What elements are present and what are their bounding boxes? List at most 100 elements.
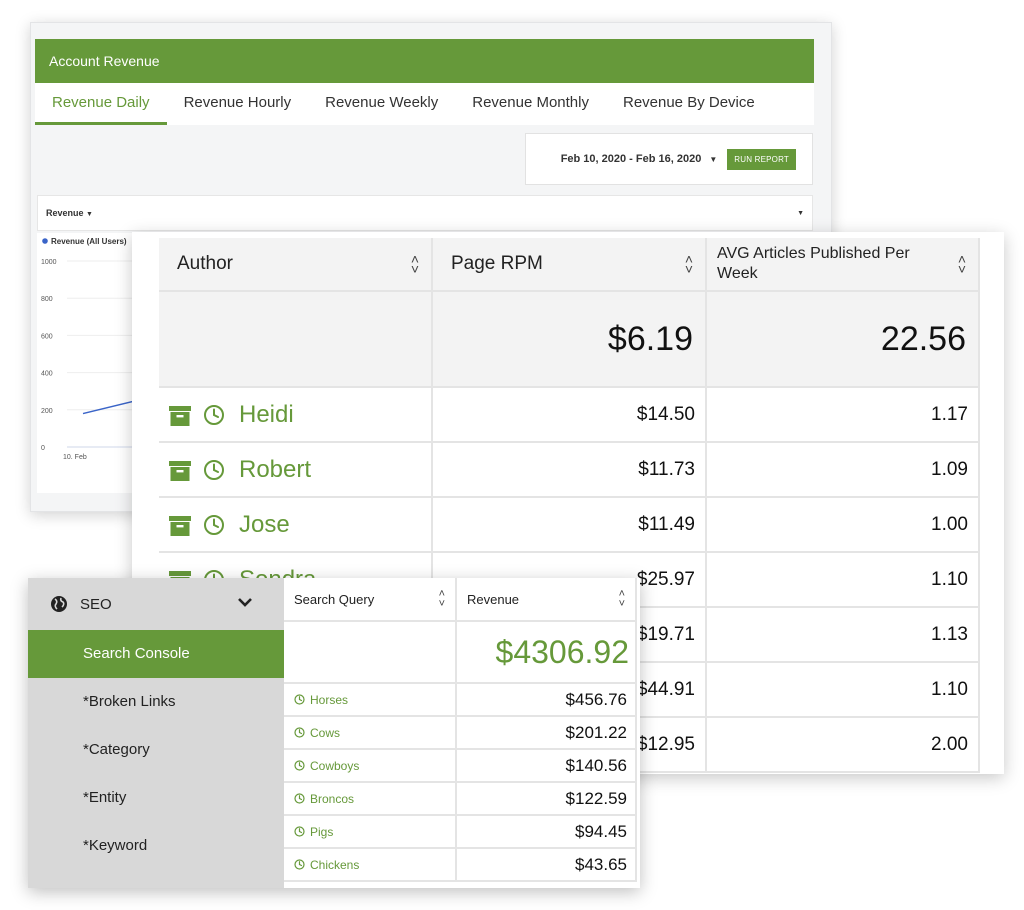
- caret-down-icon: ▼: [86, 211, 93, 218]
- table-row: Cows $201.22: [284, 717, 637, 750]
- search-query-label: Cows: [310, 725, 341, 740]
- sort-icon[interactable]: ˄ ˅: [619, 589, 625, 610]
- seo-sidebar: SEO Search Console *Broken Links *Catego…: [28, 578, 284, 888]
- seo-item-entity[interactable]: *Entity: [28, 774, 284, 822]
- table-row: Robert $11.73 1.09: [159, 443, 980, 498]
- revenue-tabs: Revenue Daily Revenue Hourly Revenue Wee…: [35, 83, 814, 125]
- author-cell: Jose: [159, 498, 433, 553]
- caret-down-icon[interactable]: ▼: [709, 155, 717, 164]
- search-query-link[interactable]: Broncos: [284, 783, 457, 816]
- search-query-label: Cowboys: [310, 758, 360, 773]
- search-query-link[interactable]: Cowboys: [284, 750, 457, 783]
- seo-panel: SEO Search Console *Broken Links *Catego…: [28, 578, 640, 888]
- author-cell: Heidi: [159, 388, 433, 443]
- tab-revenue-weekly[interactable]: Revenue Weekly: [308, 83, 455, 125]
- avg-articles-cell: 1.17: [707, 388, 980, 443]
- search-query-link[interactable]: Pigs: [284, 816, 457, 849]
- author-name-link[interactable]: Jose: [239, 511, 290, 539]
- table-row: Broncos $122.59: [284, 783, 637, 816]
- search-query-link[interactable]: Cows: [284, 717, 457, 750]
- archive-icon[interactable]: [169, 405, 191, 426]
- column-header-label: Revenue: [467, 591, 520, 607]
- y-tick-label: 0: [41, 445, 45, 452]
- clock-icon[interactable]: [203, 404, 225, 426]
- table-row: Pigs $94.45: [284, 816, 637, 849]
- table-header-row: Author ˄ ˅ Page RPM ˄ ˅ AVG Articles Publi…: [159, 238, 980, 292]
- clock-icon[interactable]: [203, 514, 225, 536]
- seo-item-broken-links[interactable]: *Broken Links: [28, 678, 284, 726]
- tab-revenue-monthly[interactable]: Revenue Monthly: [455, 83, 606, 125]
- seo-item-search-console[interactable]: Search Console: [28, 630, 284, 678]
- panel-title: Account Revenue: [35, 39, 814, 83]
- tab-revenue-by-device[interactable]: Revenue By Device: [606, 83, 772, 125]
- legend-marker: [42, 238, 48, 244]
- clock-icon: [294, 760, 305, 771]
- avg-articles-cell: 2.00: [707, 718, 980, 773]
- revenue-cell: $201.22: [457, 717, 637, 750]
- search-query-label: Pigs: [310, 824, 334, 839]
- revenue-cell: $94.45: [457, 816, 637, 849]
- search-query-link[interactable]: Horses: [284, 684, 457, 717]
- column-header-label: Search Query: [294, 591, 375, 607]
- date-range-picker: Feb 10, 2020 - Feb 16, 2020 ▼ RUN REPORT: [525, 133, 813, 185]
- search-query-table: Search Query ˄ ˅ Revenue ˄ ˅ $4306.92 Hors…: [284, 578, 637, 882]
- clock-icon: [294, 826, 305, 837]
- seo-item-keyword[interactable]: *Keyword: [28, 822, 284, 870]
- totals-label-cell: [284, 622, 457, 684]
- search-query-link[interactable]: Chickens: [284, 849, 457, 882]
- date-range-select[interactable]: Feb 10, 2020 - Feb 16, 2020: [561, 153, 702, 165]
- seo-item-category[interactable]: *Category: [28, 726, 284, 774]
- sort-icon[interactable]: ˄ ˅: [439, 589, 445, 610]
- column-header-revenue[interactable]: Revenue ˄ ˅: [457, 578, 637, 622]
- seo-section-header[interactable]: SEO: [28, 578, 284, 630]
- search-query-label: Horses: [310, 692, 349, 707]
- column-header-avg-articles[interactable]: AVG Articles Published Per Week ˄ ˅: [707, 238, 980, 292]
- column-header-page-rpm[interactable]: Page RPM ˄ ˅: [433, 238, 707, 292]
- sort-icon[interactable]: ˄ ˅: [411, 252, 419, 276]
- author-name-link[interactable]: Robert: [239, 456, 311, 484]
- revenue-cell: $456.76: [457, 684, 637, 717]
- clock-icon: [294, 793, 305, 804]
- table-row: Jose $11.49 1.00: [159, 498, 980, 553]
- archive-icon[interactable]: [169, 515, 191, 536]
- avg-articles-cell: 1.09: [707, 443, 980, 498]
- page-rpm-cell: $11.49: [433, 498, 707, 553]
- run-report-button[interactable]: RUN REPORT: [727, 148, 796, 170]
- page-rpm-cell: $14.50: [433, 388, 707, 443]
- seo-section-title: SEO: [80, 595, 112, 613]
- caret-down-icon[interactable]: ▼: [797, 210, 804, 217]
- revenue-cell: $140.56: [457, 750, 637, 783]
- column-header-label: Author: [177, 253, 233, 274]
- author-cell: Robert: [159, 443, 433, 498]
- column-header-search-query[interactable]: Search Query ˄ ˅: [284, 578, 457, 622]
- chevron-down-icon[interactable]: [238, 594, 252, 611]
- metric-select-row[interactable]: Revenue ▼ ▼: [37, 195, 813, 231]
- total-revenue: $4306.92: [457, 622, 637, 684]
- total-page-rpm: $6.19: [433, 292, 707, 388]
- sort-icon[interactable]: ˄ ˅: [685, 252, 693, 276]
- clock-icon: [294, 694, 305, 705]
- archive-icon[interactable]: [169, 460, 191, 481]
- revenue-cell: $122.59: [457, 783, 637, 816]
- column-header-author[interactable]: Author ˄ ˅: [159, 238, 433, 292]
- legend-label: Revenue (All Users): [51, 237, 127, 246]
- author-name-link[interactable]: Heidi: [239, 401, 294, 429]
- column-header-label: Page RPM: [451, 253, 543, 274]
- y-tick-label: 200: [41, 408, 53, 415]
- clock-icon[interactable]: [203, 459, 225, 481]
- metric-select[interactable]: Revenue ▼: [46, 208, 93, 218]
- sort-icon[interactable]: ˄ ˅: [958, 252, 966, 276]
- clock-icon: [294, 727, 305, 738]
- table-row: Horses $456.76: [284, 684, 637, 717]
- avg-articles-cell: 1.10: [707, 663, 980, 718]
- globe-icon: [50, 595, 68, 613]
- avg-articles-cell: 1.00: [707, 498, 980, 553]
- y-tick-label: 800: [41, 296, 53, 303]
- clock-icon: [294, 859, 305, 870]
- avg-articles-cell: 1.10: [707, 553, 980, 608]
- table-row: Chickens $43.65: [284, 849, 637, 882]
- tab-revenue-hourly[interactable]: Revenue Hourly: [167, 83, 309, 125]
- tab-revenue-daily[interactable]: Revenue Daily: [35, 83, 167, 125]
- totals-label-cell: [159, 292, 433, 388]
- y-tick-label: 1000: [41, 259, 57, 266]
